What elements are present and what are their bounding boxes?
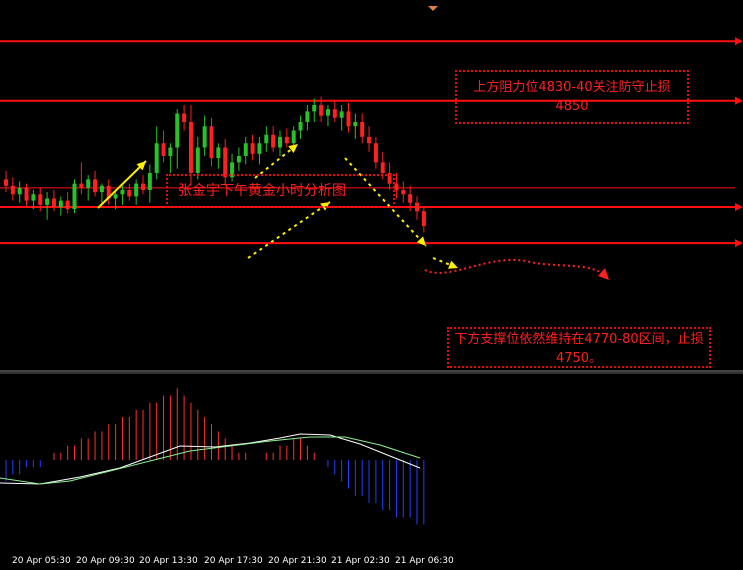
candle-body [250,143,255,154]
candle-body [408,194,413,203]
candle-body [257,143,262,154]
candle-body [380,162,385,173]
candle-body [31,194,36,201]
candle-body [216,147,221,159]
level-arrowhead [735,239,743,248]
candle-body [72,183,77,210]
signal-line [0,436,421,485]
candle-body [147,173,152,190]
time-tick-label: 20 Apr 09:30 [76,556,135,566]
candle-body [339,111,344,118]
candle-body [120,190,125,195]
candle-body [17,187,22,195]
time-tick-label: 20 Apr 05:30 [12,556,71,566]
candle-body [113,194,118,199]
candle-body [161,143,166,156]
candle-body [168,147,173,156]
candle-body [195,147,200,173]
time-tick-label: 21 Apr 06:30 [395,556,454,566]
candle-body [209,126,214,159]
time-axis: 20 Apr 05:30 20 Apr 09:30 20 Apr 13:30 20 A… [0,555,743,570]
candle-body [346,111,351,127]
candle-body [4,179,8,186]
candle-body [271,134,276,148]
candle-body [360,122,365,137]
candle-body [298,122,303,131]
candle-body [278,136,282,148]
candle-body [394,183,399,190]
time-tick-label: 20 Apr 17:30 [204,556,263,566]
candle-body [264,134,269,144]
candle-body [175,113,180,148]
candle-body [127,190,132,197]
candle-body [202,126,207,148]
candle-body [373,143,378,163]
candle-body [325,109,330,116]
candle-body [319,105,324,116]
candle-body [86,179,91,188]
candle-body [51,198,56,207]
candle-body [93,179,98,193]
candle-body [24,187,29,201]
candlesticks [4,96,426,233]
candle-body [415,202,419,212]
scroll-marker [428,6,438,11]
candle-body [236,156,241,163]
candle-body [401,190,406,195]
forecast-arrowhead [598,268,609,280]
candle-body [284,136,289,144]
macd-panel [0,388,425,525]
candle-body [10,185,15,195]
resistance-note: 上方阻力位4830-40关注防守止损4850 [455,70,689,124]
time-tick-label: 21 Apr 02:30 [331,556,390,566]
candle-body [154,143,159,173]
candle-body [312,105,317,112]
macd-line [0,433,421,485]
candle-body [65,200,70,210]
arrowhead [448,260,458,269]
candle-body [99,185,104,193]
level-arrowhead [735,203,743,211]
horizontal-levels [0,37,743,248]
candle-body [305,111,310,122]
candle-body [141,183,145,190]
chart-title-note: 张金宇下午黄金小时分析图 [166,174,395,208]
candle-body [79,183,84,188]
candle-body [134,183,139,197]
candle-body [45,198,50,205]
candle-body [332,109,337,118]
candle-body [188,122,193,173]
candle-body [38,194,43,205]
candle-body [182,113,187,122]
trend-arrows [97,143,609,280]
time-tick-label: 20 Apr 21:30 [268,556,327,566]
candle-body [353,122,358,127]
support-note: 下方支撑位依然维持在4770-80区间，止损4750。 [447,327,711,368]
candle-body [223,147,228,178]
trend-arrow-dotted [247,201,331,259]
level-arrowhead [735,96,743,105]
candle-body [367,136,372,144]
time-tick-label: 20 Apr 13:30 [139,556,198,566]
candle-body [58,200,63,207]
candle-body [291,130,296,144]
candle-body [421,211,426,227]
level-arrowhead [735,37,743,46]
candle-body [243,143,248,156]
arrowhead [416,236,426,246]
